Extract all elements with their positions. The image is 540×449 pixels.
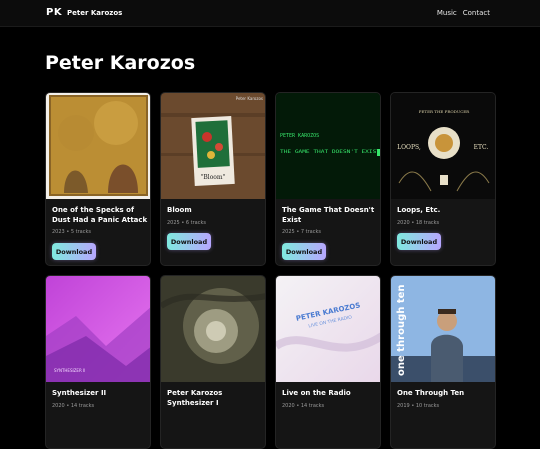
album-cover[interactable]: PETER KAROZOS THE GAME THAT DOESN'T EXIS… (276, 93, 380, 199)
main-nav: Music Contact (437, 9, 490, 17)
cover-vertical-text: one through ten (396, 284, 407, 376)
album-card[interactable]: PETER KAROZOS THE GAME THAT DOESN'T EXIS… (275, 92, 381, 266)
album-card[interactable]: "Bloom" Peter Karozos Bloom 2025 • 6 tra… (160, 92, 266, 266)
album-title[interactable]: The Game That Doesn't Exist (282, 205, 378, 225)
cover-text-top: PETER THE PRODUCER (419, 109, 470, 114)
album-meta: 2020 • 14 tracks (282, 403, 325, 409)
album-meta: 2023 • 5 tracks (52, 229, 91, 235)
album-title[interactable]: Bloom (167, 205, 263, 215)
album-cover[interactable] (46, 93, 150, 199)
album-cover[interactable]: SYNTHESIZER II (46, 276, 150, 382)
album-title[interactable]: Live on the Radio (282, 388, 378, 398)
download-button[interactable]: Download (167, 233, 211, 250)
album-card[interactable]: Peter Karozos Synthesizer I (160, 275, 266, 449)
album-cover[interactable]: one through ten (391, 276, 495, 382)
album-meta: 2019 • 10 tracks (397, 403, 440, 409)
album-cover[interactable]: PETER THE PRODUCER LOOPS, ETC. (391, 93, 495, 199)
album-title[interactable]: One Through Ten (397, 388, 493, 398)
page-title: Peter Karozos (45, 52, 196, 74)
site-logo[interactable]: PK (46, 7, 62, 18)
cover-text-artist: PETER KAROZOS (280, 133, 319, 139)
site-name[interactable]: Peter Karozos (67, 9, 122, 17)
cover-text: "Bloom" (201, 174, 226, 181)
top-navigation-bar: PK Peter Karozos Music Contact (0, 0, 540, 27)
album-title[interactable]: Peter Karozos Synthesizer I (167, 388, 263, 408)
cover-text-title: THE GAME THAT DOESN'T EXIST (280, 149, 380, 155)
album-meta: 2020 • 14 tracks (52, 403, 95, 409)
album-cover[interactable]: "Bloom" Peter Karozos (161, 93, 265, 199)
album-title[interactable]: One of the Specks of Dust Had a Panic At… (52, 205, 148, 225)
album-card[interactable]: one through ten One Through Ten 2019 • 1… (390, 275, 496, 449)
cover-caption: SYNTHESIZER II (54, 368, 85, 373)
album-card[interactable]: One of the Specks of Dust Had a Panic At… (45, 92, 151, 266)
cover-text-left: LOOPS, (397, 144, 421, 151)
nav-link-music[interactable]: Music (437, 9, 457, 17)
album-meta: 2025 • 6 tracks (167, 220, 206, 226)
album-cover[interactable]: PETER KAROZOS LIVE ON THE RADIO (276, 276, 380, 382)
album-card[interactable]: PETER KAROZOS LIVE ON THE RADIO Live on … (275, 275, 381, 449)
download-button[interactable]: Download (52, 243, 96, 260)
album-card[interactable]: PETER THE PRODUCER LOOPS, ETC. Loops, Et… (390, 92, 496, 266)
album-title[interactable]: Synthesizer II (52, 388, 148, 398)
nav-link-contact[interactable]: Contact (463, 9, 490, 17)
album-cover[interactable] (161, 276, 265, 382)
album-meta: 2020 • 18 tracks (397, 220, 440, 226)
album-title[interactable]: Loops, Etc. (397, 205, 493, 215)
download-button[interactable]: Download (282, 243, 326, 260)
download-button[interactable]: Download (397, 233, 441, 250)
cover-corner-text: Peter Karozos (236, 96, 263, 101)
album-card[interactable]: SYNTHESIZER II Synthesizer II 2020 • 14 … (45, 275, 151, 449)
cover-text-right: ETC. (474, 144, 489, 151)
album-meta: 2025 • 7 tracks (282, 229, 321, 235)
